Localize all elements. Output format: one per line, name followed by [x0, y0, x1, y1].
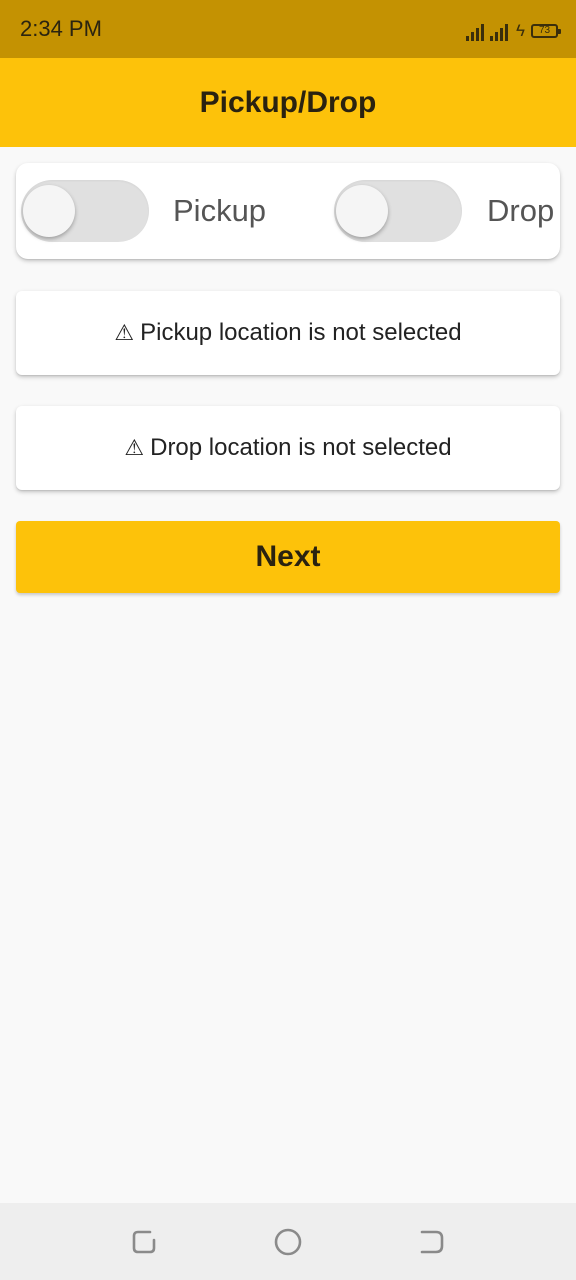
status-time: 2:34 PM: [20, 16, 102, 41]
warning-icon: ⚠: [124, 435, 145, 461]
pickup-toggle-knob: [23, 185, 75, 237]
status-bar: 2:34 PM ϟ 73: [0, 0, 576, 58]
drop-toggle-knob: [336, 185, 388, 237]
toggle-card: Pickup Drop: [16, 163, 560, 259]
charging-icon: ϟ: [516, 21, 525, 40]
battery-icon: 73: [531, 24, 561, 38]
warning-icon: ⚠: [114, 320, 135, 346]
drop-location-card[interactable]: ⚠ Drop location is not selected: [16, 406, 560, 490]
navigation-bar: [0, 1203, 576, 1280]
pickup-location-card[interactable]: ⚠ Pickup location is not selected: [16, 291, 560, 375]
next-button[interactable]: Next: [16, 521, 560, 593]
pickup-toggle[interactable]: [21, 180, 149, 242]
signal-icon: [490, 21, 508, 41]
drop-warning-text: Drop location is not selected: [150, 434, 452, 461]
home-icon[interactable]: [272, 1226, 304, 1258]
back-icon[interactable]: [417, 1227, 447, 1257]
drop-toggle-label: Drop: [487, 193, 555, 228]
recents-icon[interactable]: [129, 1227, 159, 1257]
app-bar: Pickup/Drop: [0, 58, 576, 147]
signal-icon: [466, 21, 484, 41]
pickup-toggle-label: Pickup: [173, 193, 267, 228]
status-icons: ϟ 73: [466, 17, 561, 41]
drop-toggle[interactable]: [334, 180, 462, 242]
page-title: Pickup/Drop: [199, 85, 377, 119]
pickup-warning-text: Pickup location is not selected: [140, 319, 462, 346]
